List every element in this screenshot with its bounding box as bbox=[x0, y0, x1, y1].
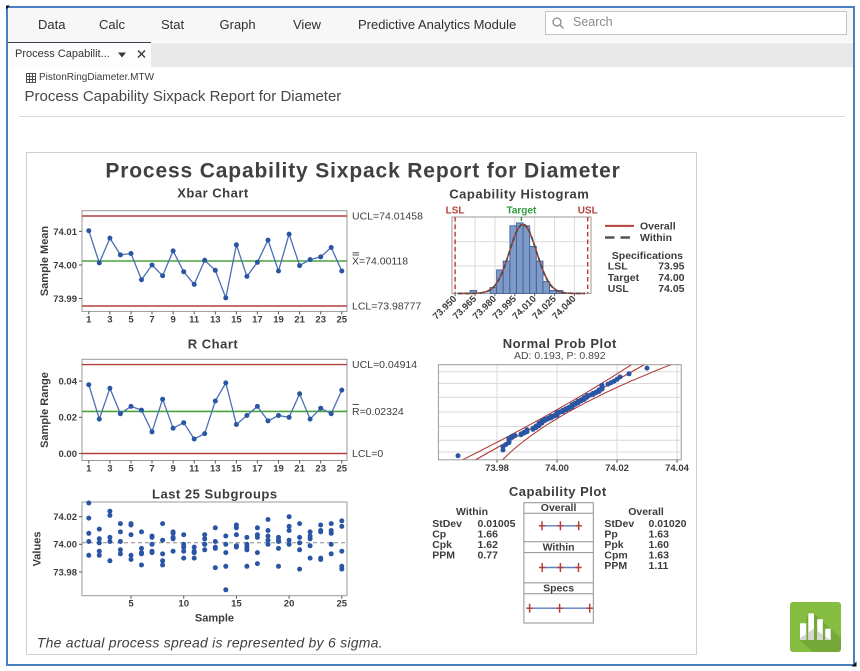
svg-text:Specs: Specs bbox=[543, 582, 574, 594]
svg-text:3: 3 bbox=[107, 464, 112, 475]
svg-text:5: 5 bbox=[128, 315, 134, 326]
svg-text:9: 9 bbox=[170, 464, 175, 475]
svg-text:Sample: Sample bbox=[195, 613, 234, 625]
svg-text:AD: 0.193, P: 0.892: AD: 0.193, P: 0.892 bbox=[514, 350, 606, 362]
svg-text:13: 13 bbox=[210, 464, 221, 475]
svg-text:74.01: 74.01 bbox=[53, 227, 77, 238]
svg-text:11: 11 bbox=[189, 315, 200, 326]
svg-text:PPM: PPM bbox=[604, 560, 627, 572]
svg-text:Sample Mean: Sample Mean bbox=[39, 226, 51, 297]
svg-text:Normal Prob Plot: Normal Prob Plot bbox=[503, 336, 617, 351]
svg-text:7: 7 bbox=[149, 315, 154, 326]
svg-text:19: 19 bbox=[273, 464, 284, 475]
svg-text:The actual process spread is r: The actual process spread is represented… bbox=[37, 634, 383, 650]
svg-text:1.11: 1.11 bbox=[649, 560, 669, 572]
svg-text:UCL=0.04914: UCL=0.04914 bbox=[352, 359, 417, 371]
svg-text:21: 21 bbox=[294, 315, 305, 326]
svg-text:1: 1 bbox=[86, 464, 92, 475]
svg-text:Values: Values bbox=[32, 532, 44, 567]
svg-text:25: 25 bbox=[337, 464, 348, 475]
svg-text:73.95: 73.95 bbox=[658, 261, 684, 273]
svg-text:10: 10 bbox=[178, 599, 189, 610]
svg-text:25: 25 bbox=[337, 599, 348, 610]
svg-text:7: 7 bbox=[149, 464, 154, 475]
svg-text:USL: USL bbox=[608, 283, 630, 295]
svg-text:Within: Within bbox=[640, 232, 672, 244]
svg-text:0.04: 0.04 bbox=[59, 377, 78, 388]
svg-text:Sample Range: Sample Range bbox=[39, 372, 51, 448]
svg-text:X=74.00118: X=74.00118 bbox=[352, 256, 408, 268]
svg-text:73.98: 73.98 bbox=[53, 567, 77, 578]
svg-text:20: 20 bbox=[284, 599, 295, 610]
svg-text:LSL: LSL bbox=[446, 205, 465, 216]
svg-text:3: 3 bbox=[107, 315, 112, 326]
svg-text:Process Capability Sixpack Rep: Process Capability Sixpack Report for Di… bbox=[105, 160, 620, 183]
svg-text:Overall: Overall bbox=[628, 506, 664, 518]
svg-text:74.02: 74.02 bbox=[53, 512, 77, 523]
svg-text:Capability Plot: Capability Plot bbox=[509, 484, 607, 499]
svg-text:17: 17 bbox=[252, 315, 263, 326]
svg-text:LCL=73.98777: LCL=73.98777 bbox=[352, 301, 421, 313]
svg-text:11: 11 bbox=[189, 464, 200, 475]
svg-text:Within: Within bbox=[543, 542, 575, 554]
svg-text:Target: Target bbox=[608, 272, 640, 284]
svg-text:LCL=0: LCL=0 bbox=[352, 448, 383, 460]
svg-text:17: 17 bbox=[252, 464, 263, 475]
svg-text:15: 15 bbox=[231, 599, 242, 610]
svg-text:23: 23 bbox=[315, 315, 326, 326]
svg-text:9: 9 bbox=[170, 315, 175, 326]
svg-text:Target: Target bbox=[506, 205, 536, 216]
svg-text:15: 15 bbox=[231, 315, 242, 326]
svg-text:0.02: 0.02 bbox=[59, 413, 78, 424]
svg-text:1: 1 bbox=[86, 315, 92, 326]
svg-text:21: 21 bbox=[294, 464, 305, 475]
svg-text:Overall: Overall bbox=[541, 502, 577, 514]
svg-text:73.98: 73.98 bbox=[485, 463, 509, 474]
svg-text:19: 19 bbox=[273, 315, 284, 326]
svg-text:74.00: 74.00 bbox=[545, 463, 569, 474]
svg-text:74.00: 74.00 bbox=[53, 540, 77, 551]
svg-text:74.04: 74.04 bbox=[665, 463, 689, 474]
svg-text:73.99: 73.99 bbox=[53, 294, 77, 305]
svg-text:PPM: PPM bbox=[432, 549, 455, 561]
svg-text:Overall: Overall bbox=[640, 220, 676, 232]
svg-text:Capability Histogram: Capability Histogram bbox=[449, 187, 589, 202]
svg-text:13: 13 bbox=[210, 315, 221, 326]
svg-text:74.02: 74.02 bbox=[605, 463, 629, 474]
svg-text:Last 25 Subgroups: Last 25 Subgroups bbox=[152, 487, 278, 502]
svg-text:UCL=74.01458: UCL=74.01458 bbox=[352, 211, 423, 223]
svg-text:LSL: LSL bbox=[608, 261, 628, 273]
svg-text:5: 5 bbox=[128, 464, 134, 475]
svg-text:R Chart: R Chart bbox=[188, 337, 239, 352]
svg-text:25: 25 bbox=[337, 315, 348, 326]
svg-text:R=0.02324: R=0.02324 bbox=[352, 406, 404, 418]
svg-text:15: 15 bbox=[231, 464, 242, 475]
svg-text:Within: Within bbox=[456, 506, 488, 518]
svg-text:5: 5 bbox=[128, 599, 134, 610]
svg-text:Xbar Chart: Xbar Chart bbox=[177, 186, 249, 201]
svg-text:USL: USL bbox=[578, 205, 598, 216]
svg-text:0.77: 0.77 bbox=[478, 549, 499, 561]
svg-text:23: 23 bbox=[315, 464, 326, 475]
svg-text:74.00: 74.00 bbox=[658, 272, 684, 284]
svg-text:74.00: 74.00 bbox=[53, 260, 77, 271]
svg-text:74.05: 74.05 bbox=[658, 283, 684, 295]
svg-text:0.00: 0.00 bbox=[59, 449, 78, 460]
